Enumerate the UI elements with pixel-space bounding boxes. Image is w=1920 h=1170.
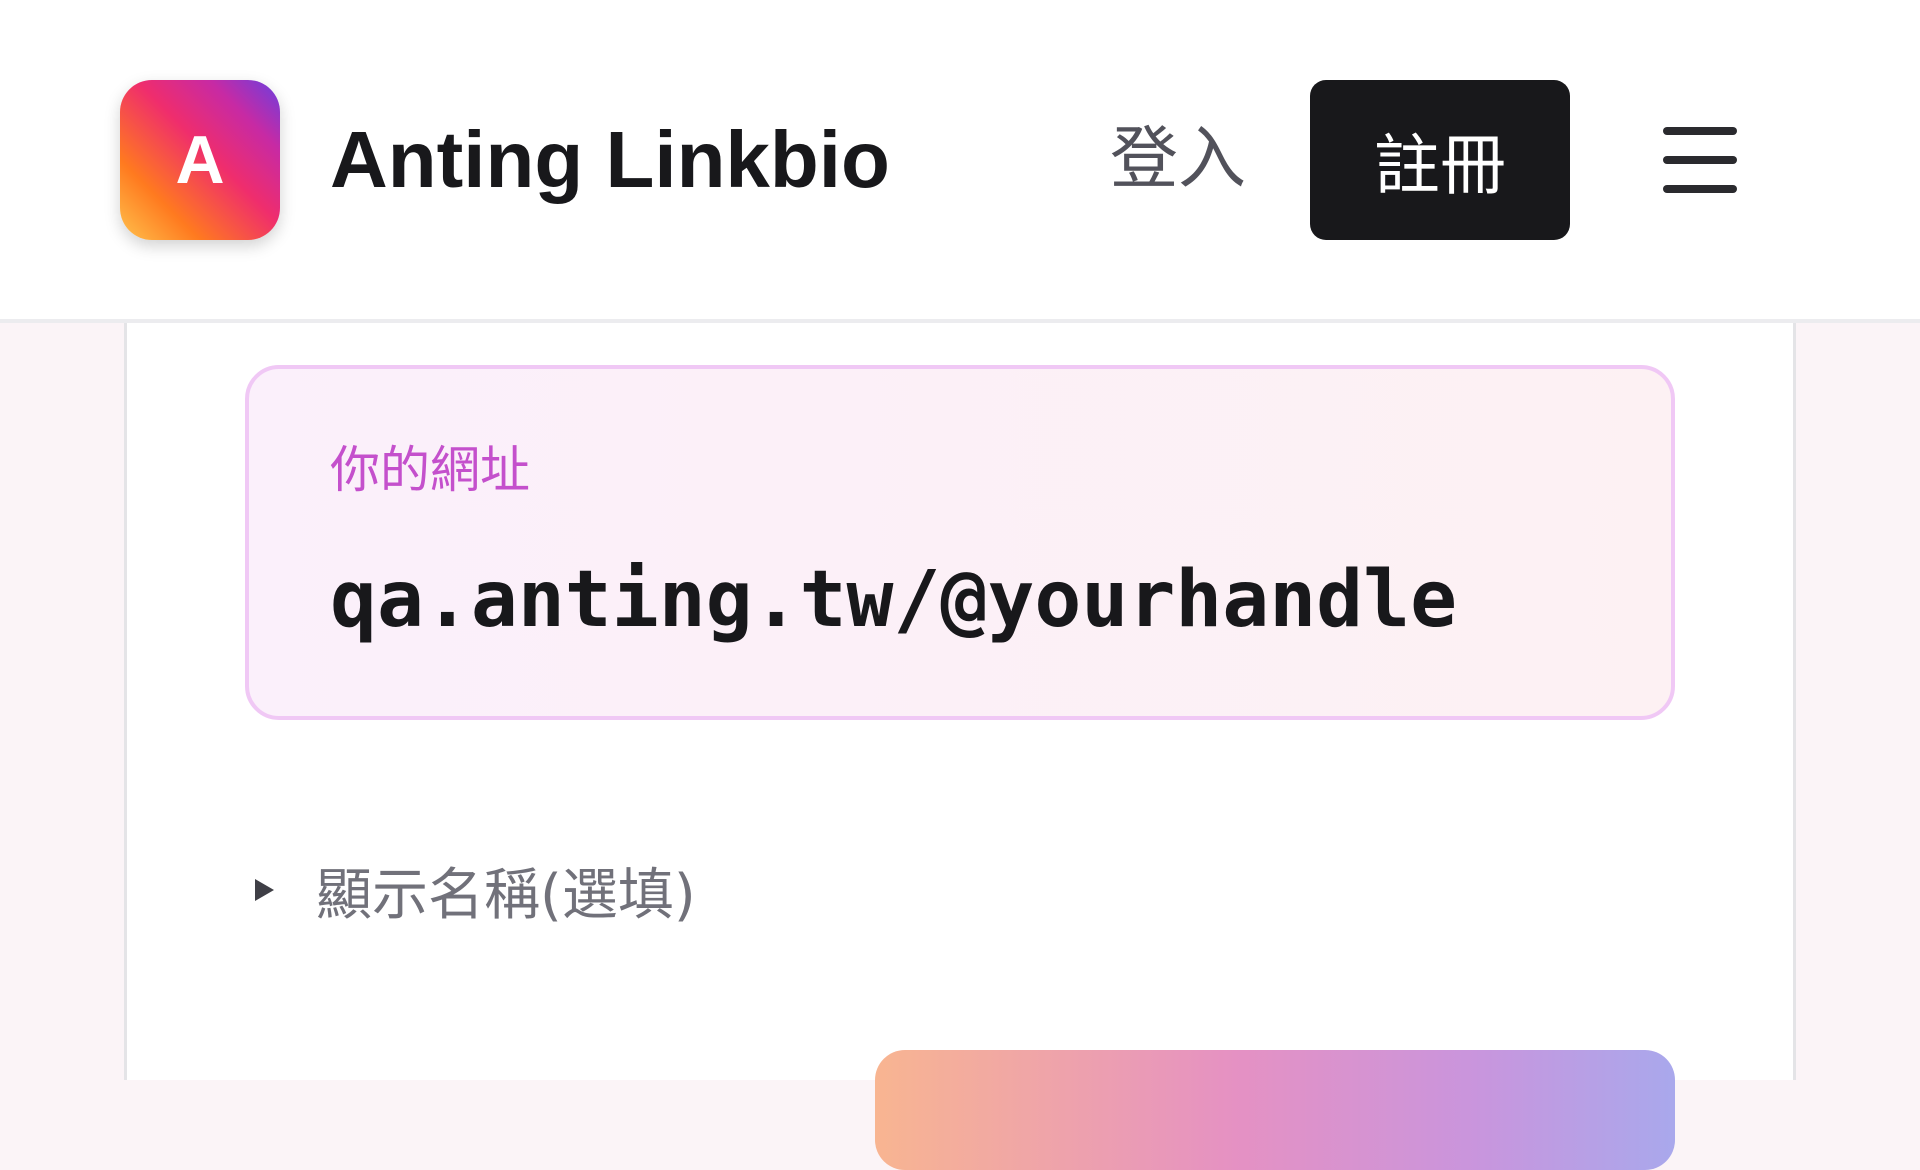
url-label: 你的網址	[330, 441, 530, 499]
app-logo[interactable]: A	[120, 80, 280, 240]
signup-button[interactable]: 註冊	[1310, 80, 1570, 240]
login-link[interactable]: 登入	[1110, 110, 1246, 210]
triangle-right-icon	[255, 879, 274, 901]
display-name-toggle[interactable]: 顯示名稱(選填)	[255, 850, 696, 930]
display-name-label: 顯示名稱(選填)	[316, 862, 696, 928]
url-preview-box	[245, 365, 1675, 720]
menu-bar-bottom	[1663, 185, 1737, 193]
hamburger-menu-icon[interactable]	[1655, 120, 1740, 200]
top-navbar: A Anting Linkbio 登入 註冊	[0, 0, 1920, 323]
menu-bar-middle	[1663, 156, 1737, 164]
gradient-cta-button[interactable]	[875, 1050, 1675, 1170]
menu-bar-top	[1663, 127, 1737, 135]
logo-letter: A	[175, 122, 225, 198]
url-value: qa.anting.tw/@yourhandle	[330, 555, 1458, 645]
app-title[interactable]: Anting Linkbio	[330, 112, 890, 208]
